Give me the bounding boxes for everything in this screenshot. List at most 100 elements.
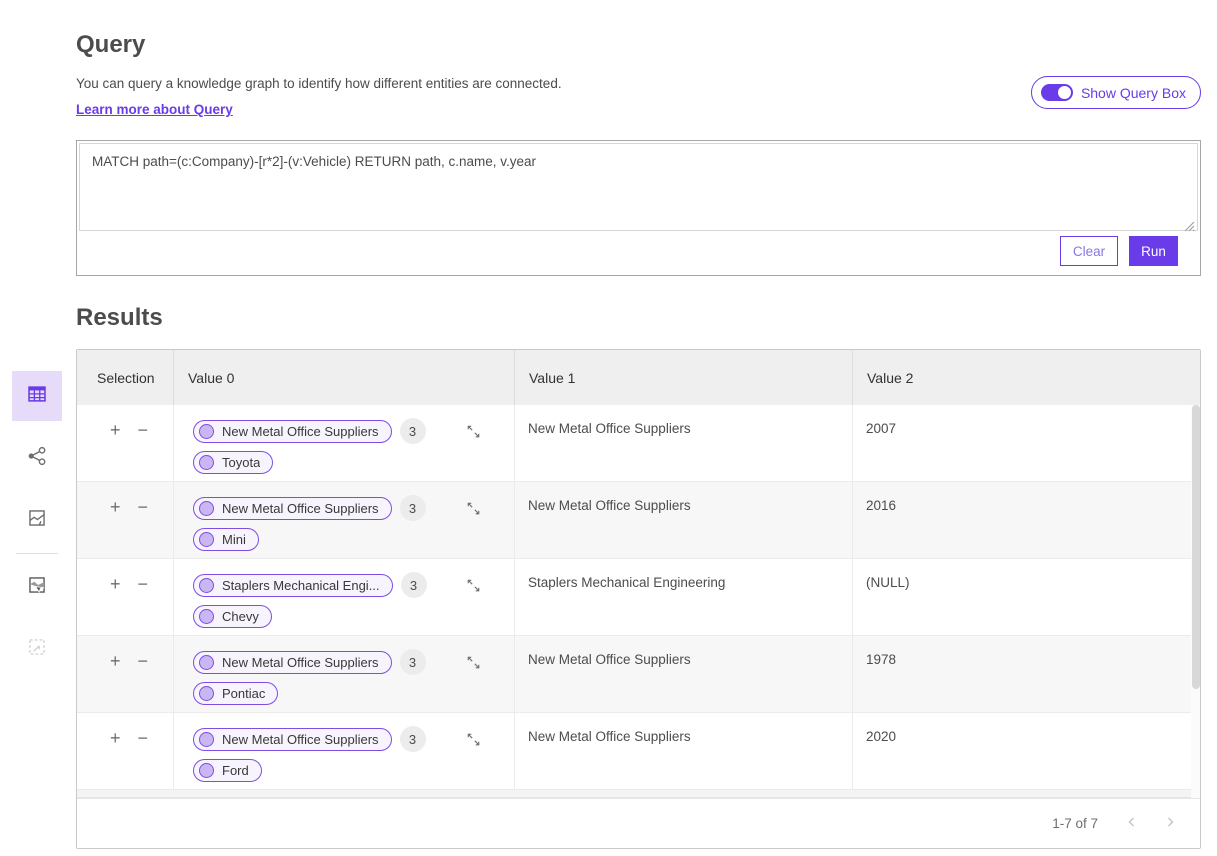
- main-content: Query You can query a knowledge graph to…: [76, 0, 1201, 849]
- selection-cell: + −: [77, 636, 174, 712]
- sidebar-item-map-view[interactable]: [12, 495, 62, 545]
- value0-cell: New Metal Office Suppliers 3 Pontiac: [174, 636, 515, 712]
- toggle-switch-icon[interactable]: [1041, 84, 1073, 101]
- run-button[interactable]: Run: [1129, 236, 1178, 266]
- value0-cell: Staplers Mechanical Engi... 3 Chevy: [174, 559, 515, 635]
- remove-from-selection-button[interactable]: −: [135, 499, 152, 515]
- page-description: You can query a knowledge graph to ident…: [76, 76, 562, 91]
- toggle-knob: [1058, 86, 1071, 99]
- expand-icon[interactable]: [466, 424, 481, 439]
- value1-cell: New Metal Office Suppliers: [515, 405, 853, 481]
- entity-dot-icon: [199, 609, 214, 624]
- add-to-selection-button[interactable]: +: [107, 576, 124, 592]
- entity-chip[interactable]: New Metal Office Suppliers: [193, 728, 392, 751]
- learn-more-link[interactable]: Learn more about Query: [76, 102, 233, 117]
- entity-chip[interactable]: Ford: [193, 759, 262, 782]
- sidebar-item-link-chart-view[interactable]: [12, 433, 62, 483]
- clear-button[interactable]: Clear: [1060, 236, 1118, 266]
- table-row: + − New Metal Office Suppliers 3 Pontiac: [77, 636, 1200, 713]
- path-count-badge: 3: [401, 572, 427, 598]
- entity-dot-icon: [199, 578, 214, 593]
- entity-chip[interactable]: Mini: [193, 528, 259, 551]
- expand-icon[interactable]: [466, 578, 481, 593]
- selection-cell: + −: [77, 405, 174, 481]
- entity-dot-icon: [199, 763, 214, 778]
- description-block: You can query a knowledge graph to ident…: [76, 76, 562, 119]
- page-title: Query: [76, 31, 1201, 59]
- expand-icon[interactable]: [466, 655, 481, 670]
- results-title: Results: [76, 304, 1201, 332]
- sidebar-divider: [16, 553, 58, 554]
- value1-cell: Staplers Mechanical Engineering: [515, 559, 853, 635]
- chevron-right-icon: [1164, 816, 1176, 831]
- query-page: Query You can query a knowledge graph to…: [0, 0, 1217, 856]
- table-scrollbar[interactable]: [1191, 405, 1200, 798]
- selection-cell: + −: [77, 482, 174, 558]
- column-header-value0: Value 0: [174, 350, 515, 405]
- selection-extent-icon: [26, 636, 48, 663]
- remove-from-selection-button[interactable]: −: [135, 422, 152, 438]
- value2-cell: 1978: [853, 636, 1200, 712]
- value1-cell: New Metal Office Suppliers: [515, 636, 853, 712]
- entity-chip[interactable]: Chevy: [193, 605, 272, 628]
- remove-from-selection-button[interactable]: −: [135, 576, 152, 592]
- add-to-selection-button[interactable]: +: [107, 730, 124, 746]
- add-to-map-icon: [26, 574, 48, 601]
- next-page-button[interactable]: [1162, 814, 1178, 833]
- chevron-left-icon: [1126, 816, 1138, 831]
- value2-cell: (NULL): [853, 559, 1200, 635]
- add-to-selection-button[interactable]: +: [107, 499, 124, 515]
- entity-dot-icon: [199, 501, 214, 516]
- selection-cell: + −: [77, 559, 174, 635]
- table-icon: [26, 383, 48, 410]
- entity-chip[interactable]: Pontiac: [193, 682, 278, 705]
- entity-chip[interactable]: New Metal Office Suppliers: [193, 651, 392, 674]
- query-box-panel: MATCH path=(c:Company)-[r*2]-(v:Vehicle)…: [76, 140, 1201, 276]
- add-to-selection-button[interactable]: +: [107, 422, 124, 438]
- remove-from-selection-button[interactable]: −: [135, 730, 152, 746]
- value2-cell: 2020: [853, 713, 1200, 789]
- sidebar-item-add-to-map[interactable]: [12, 562, 62, 612]
- pagination-controls: [1124, 814, 1178, 833]
- value1-cell: New Metal Office Suppliers: [515, 482, 853, 558]
- selection-cell: + −: [77, 713, 174, 789]
- entity-chip[interactable]: New Metal Office Suppliers: [193, 497, 392, 520]
- path-count-badge: 3: [400, 726, 426, 752]
- clipped-table-row: [77, 790, 1200, 798]
- entity-chip[interactable]: New Metal Office Suppliers: [193, 420, 392, 443]
- add-to-selection-button[interactable]: +: [107, 653, 124, 669]
- table-row: + − New Metal Office Suppliers 3 Ford: [77, 713, 1200, 790]
- expand-icon[interactable]: [466, 501, 481, 516]
- value0-cell: New Metal Office Suppliers 3 Toyota: [174, 405, 515, 481]
- entity-dot-icon: [199, 424, 214, 439]
- column-header-value1: Value 1: [515, 350, 853, 405]
- path-count-badge: 3: [400, 649, 426, 675]
- results-table: Selection Value 0 Value 1 Value 2 + − Ne…: [76, 349, 1201, 849]
- value2-cell: 2007: [853, 405, 1200, 481]
- column-header-selection: Selection: [77, 350, 174, 405]
- table-row: + − New Metal Office Suppliers 3 Toyota: [77, 405, 1200, 482]
- entity-dot-icon: [199, 732, 214, 747]
- table-header: Selection Value 0 Value 1 Value 2: [77, 350, 1200, 405]
- header-row: You can query a knowledge graph to ident…: [76, 76, 1201, 119]
- entity-dot-icon: [199, 532, 214, 547]
- entity-chip[interactable]: Staplers Mechanical Engi...: [193, 574, 393, 597]
- entity-dot-icon: [199, 686, 214, 701]
- table-body: + − New Metal Office Suppliers 3 Toyota: [77, 405, 1200, 798]
- table-row: + − New Metal Office Suppliers 3 Mini: [77, 482, 1200, 559]
- results-view-sidebar: [12, 371, 62, 674]
- show-query-box-toggle[interactable]: Show Query Box: [1031, 76, 1201, 109]
- query-input[interactable]: MATCH path=(c:Company)-[r*2]-(v:Vehicle)…: [79, 143, 1198, 231]
- value0-cell: New Metal Office Suppliers 3 Mini: [174, 482, 515, 558]
- value2-cell: 2016: [853, 482, 1200, 558]
- entity-chip[interactable]: Toyota: [193, 451, 273, 474]
- previous-page-button[interactable]: [1124, 814, 1140, 833]
- table-row: + − Staplers Mechanical Engi... 3 Chevy: [77, 559, 1200, 636]
- scrollbar-thumb[interactable]: [1192, 405, 1200, 689]
- map-icon: [26, 507, 48, 534]
- remove-from-selection-button[interactable]: −: [135, 653, 152, 669]
- sidebar-item-table-view[interactable]: [12, 371, 62, 421]
- expand-icon[interactable]: [466, 732, 481, 747]
- path-count-badge: 3: [400, 418, 426, 444]
- link-chart-icon: [26, 445, 48, 472]
